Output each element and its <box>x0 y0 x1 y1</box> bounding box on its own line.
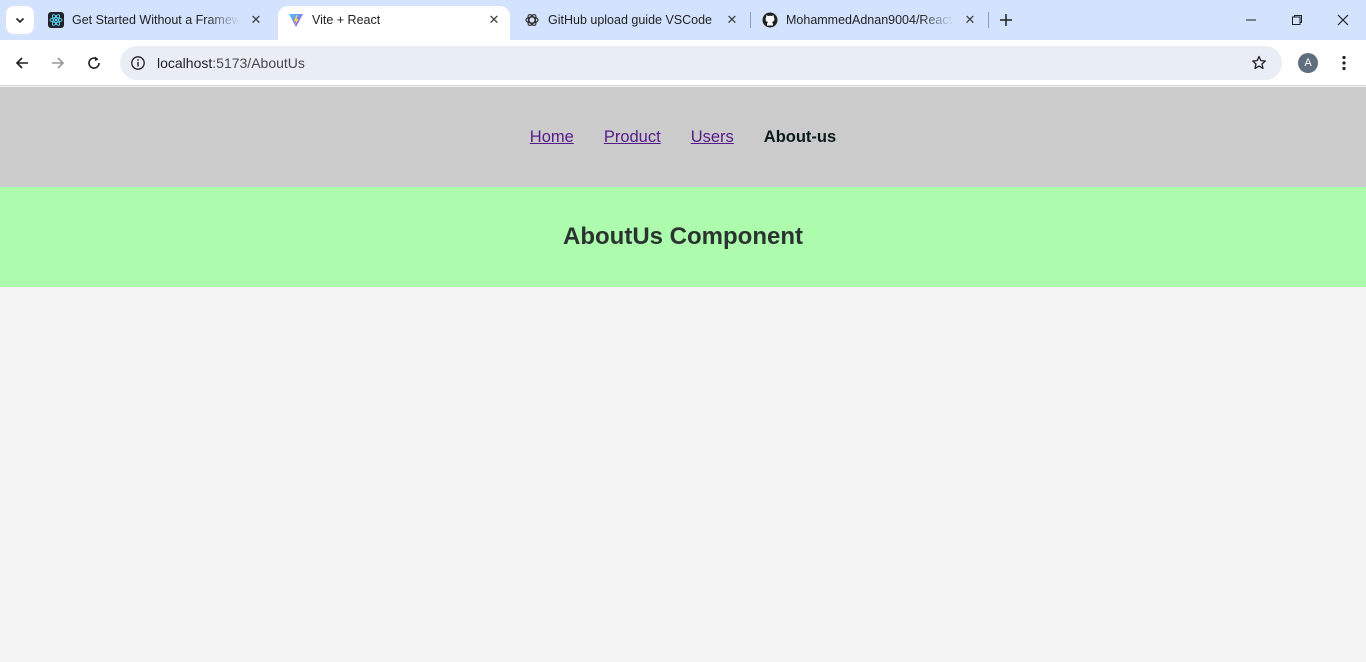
tab-title: Get Started Without a Framewo <box>72 13 240 27</box>
arrow-right-icon <box>52 57 65 69</box>
reload-icon <box>88 56 100 69</box>
chatgpt-icon <box>524 12 540 28</box>
url-host: localhost <box>157 55 213 71</box>
close-tab-icon[interactable]: ✕ <box>962 12 978 28</box>
minimize-icon <box>1246 19 1256 21</box>
chevron-down-icon <box>15 17 25 24</box>
about-us-section: AboutUs Component <box>0 187 1366 287</box>
close-tab-icon[interactable]: ✕ <box>724 12 740 28</box>
browser-toolbar: localhost:5173/AboutUs A <box>0 40 1366 86</box>
site-info-icon[interactable] <box>128 53 148 73</box>
url-text[interactable]: localhost:5173/AboutUs <box>157 55 305 71</box>
tab-github-upload-guide[interactable]: GitHub upload guide VSCode ✕ <box>514 0 750 40</box>
close-tab-icon[interactable]: ✕ <box>486 12 502 28</box>
address-bar[interactable]: localhost:5173/AboutUs <box>120 46 1282 80</box>
tab-title: MohammedAdnan9004/React- <box>786 13 954 27</box>
tab-vite-react[interactable]: Vite + React ✕ <box>278 6 510 40</box>
bookmark-star-icon[interactable] <box>1250 54 1268 72</box>
tab-divider <box>988 12 989 28</box>
page-heading: AboutUs Component <box>563 223 803 250</box>
browser-menu-button[interactable] <box>1334 53 1354 73</box>
back-button[interactable] <box>8 49 36 77</box>
reload-button[interactable] <box>80 49 108 77</box>
site-nav: Home Product Users About-us <box>0 87 1366 187</box>
close-tab-icon[interactable]: ✕ <box>248 12 264 28</box>
nav-link-home[interactable]: Home <box>530 128 574 147</box>
tab-title: Vite + React <box>312 13 381 27</box>
react-icon <box>48 12 64 28</box>
url-path: :5173/AboutUs <box>212 55 305 71</box>
restore-icon <box>1292 15 1302 25</box>
tab-get-started[interactable]: Get Started Without a Framewo ✕ <box>38 0 274 40</box>
tab-divider <box>750 12 751 28</box>
close-window-button[interactable] <box>1320 0 1366 40</box>
profile-avatar[interactable]: A <box>1298 53 1318 73</box>
plus-icon <box>1000 14 1012 26</box>
github-icon <box>762 12 778 28</box>
minimize-button[interactable] <box>1228 0 1274 40</box>
tab-search-button[interactable] <box>6 6 34 34</box>
nav-link-about-us[interactable]: About-us <box>764 128 836 147</box>
close-icon <box>1337 14 1349 26</box>
forward-button[interactable] <box>44 49 72 77</box>
more-vert-icon <box>1342 55 1346 71</box>
restore-button[interactable] <box>1274 0 1320 40</box>
arrow-left-icon <box>15 57 28 69</box>
nav-link-users[interactable]: Users <box>691 128 734 147</box>
vite-icon <box>288 12 304 28</box>
tab-strip: Get Started Without a Framewo ✕ Vite + R… <box>0 0 1366 40</box>
tab-github-repo[interactable]: MohammedAdnan9004/React- ✕ <box>752 0 988 40</box>
tab-title: GitHub upload guide VSCode <box>548 13 713 27</box>
new-tab-button[interactable] <box>994 8 1018 32</box>
nav-link-product[interactable]: Product <box>604 128 661 147</box>
page-body <box>0 287 1366 662</box>
